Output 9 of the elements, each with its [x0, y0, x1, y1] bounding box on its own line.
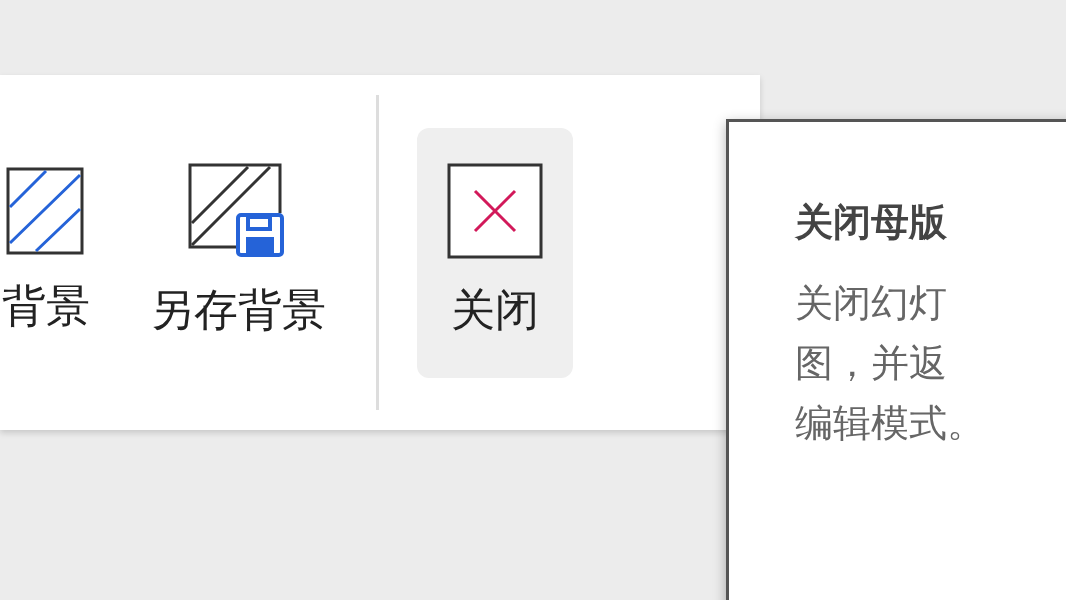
tooltip-title: 关闭母版: [795, 199, 948, 246]
toolbar-button[interactable]: 背景: [0, 127, 120, 378]
tooltip-text: 关闭幻灯: [795, 280, 948, 327]
background-icon: [6, 166, 86, 255]
tooltip-text: 编辑模式。: [795, 400, 986, 447]
tooltip-text: 图，并返: [795, 340, 948, 387]
toolbar-button[interactable]: 另存背景: [120, 127, 356, 378]
close-icon: [447, 162, 543, 259]
close-button[interactable]: 关闭: [417, 127, 573, 378]
